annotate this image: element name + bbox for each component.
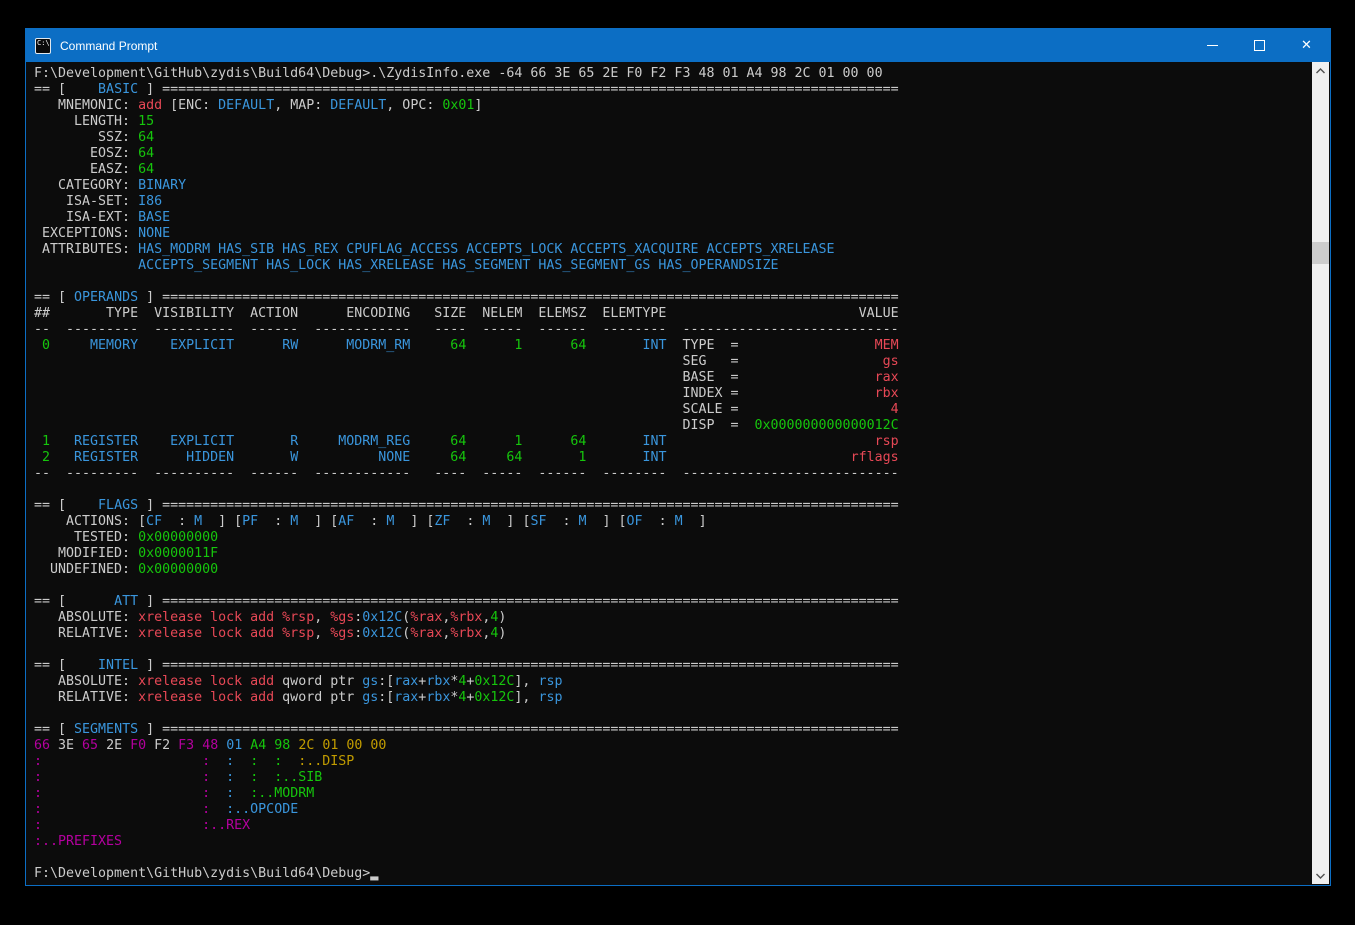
console-line: ## TYPE VISIBILITY ACTION ENCODING SIZE … bbox=[34, 306, 1312, 322]
console-line: F:\Development\GitHub\zydis\Build64\Debu… bbox=[34, 866, 1312, 882]
console-line: ATTRIBUTES: HAS_MODRM HAS_SIB HAS_REX CP… bbox=[34, 242, 1312, 258]
console-line bbox=[34, 642, 1312, 658]
console-line: INDEX = rbx bbox=[34, 386, 1312, 402]
prompt-cursor: ▂ bbox=[370, 866, 378, 881]
console-line: == [ INTEL ] ===========================… bbox=[34, 658, 1312, 674]
console-line: ISA-EXT: BASE bbox=[34, 210, 1312, 226]
console-line: : : : : :..SIB bbox=[34, 770, 1312, 786]
console-line: EOSZ: 64 bbox=[34, 146, 1312, 162]
console-line: DISP = 0x000000000000012C bbox=[34, 418, 1312, 434]
console-line: UNDEFINED: 0x00000000 bbox=[34, 562, 1312, 578]
minimize-icon bbox=[1207, 45, 1218, 46]
console-line bbox=[34, 578, 1312, 594]
console-line bbox=[34, 482, 1312, 498]
console-line bbox=[34, 706, 1312, 722]
console-line: ISA-SET: I86 bbox=[34, 194, 1312, 210]
console-line: == [ BASIC ] ===========================… bbox=[34, 82, 1312, 98]
console-line: == [ SEGMENTS ] ========================… bbox=[34, 722, 1312, 738]
console-line: EASZ: 64 bbox=[34, 162, 1312, 178]
scroll-up-button[interactable] bbox=[1312, 62, 1329, 79]
cmd-icon: C:\ bbox=[35, 38, 51, 54]
console-line: : :..REX bbox=[34, 818, 1312, 834]
console-line: : : : : : :..DISP bbox=[34, 754, 1312, 770]
console-line: TESTED: 0x00000000 bbox=[34, 530, 1312, 546]
console-line: ACCEPTS_SEGMENT HAS_LOCK HAS_XRELEASE HA… bbox=[34, 258, 1312, 274]
close-icon: ✕ bbox=[1301, 38, 1312, 53]
console-line: == [ ATT ] =============================… bbox=[34, 594, 1312, 610]
scrollbar-thumb[interactable] bbox=[1312, 242, 1329, 264]
scroll-down-button[interactable] bbox=[1312, 867, 1329, 884]
console-output[interactable]: F:\Development\GitHub\zydis\Build64\Debu… bbox=[26, 62, 1312, 884]
console-line: LENGTH: 15 bbox=[34, 114, 1312, 130]
console-line: 2 REGISTER HIDDEN W NONE 64 64 1 INT rfl… bbox=[34, 450, 1312, 466]
chevron-up-icon bbox=[1316, 68, 1325, 74]
console-line: ABSOLUTE: xrelease lock add qword ptr gs… bbox=[34, 674, 1312, 690]
console-line: 66 3E 65 2E F0 F2 F3 48 01 A4 98 2C 01 0… bbox=[34, 738, 1312, 754]
minimize-button[interactable] bbox=[1189, 29, 1236, 62]
console-line: RELATIVE: xrelease lock add %rsp, %gs:0x… bbox=[34, 626, 1312, 642]
console-line: : : : :..MODRM bbox=[34, 786, 1312, 802]
console-line: == [ OPERANDS ] ========================… bbox=[34, 290, 1312, 306]
console-line: : : :..OPCODE bbox=[34, 802, 1312, 818]
console-line: 1 REGISTER EXPLICIT R MODRM_REG 64 1 64 … bbox=[34, 434, 1312, 450]
console-line: == [ FLAGS ] ===========================… bbox=[34, 498, 1312, 514]
console-line: SCALE = 4 bbox=[34, 402, 1312, 418]
console-line: MNEMONIC: add [ENC: DEFAULT, MAP: DEFAUL… bbox=[34, 98, 1312, 114]
console-line bbox=[34, 274, 1312, 290]
chevron-down-icon bbox=[1316, 873, 1325, 879]
console-line: SEG = gs bbox=[34, 354, 1312, 370]
console-line: -- --------- ---------- ------ ---------… bbox=[34, 466, 1312, 482]
console-line: :..PREFIXES bbox=[34, 834, 1312, 850]
console-line: EXCEPTIONS: NONE bbox=[34, 226, 1312, 242]
console-line: -- --------- ---------- ------ ---------… bbox=[34, 322, 1312, 338]
console-line: SSZ: 64 bbox=[34, 130, 1312, 146]
console-line: ABSOLUTE: xrelease lock add %rsp, %gs:0x… bbox=[34, 610, 1312, 626]
maximize-icon bbox=[1254, 40, 1265, 51]
window-title: Command Prompt bbox=[60, 39, 157, 53]
cmd-icon-glyph: C:\ bbox=[36, 39, 50, 47]
console-line: RELATIVE: xrelease lock add qword ptr gs… bbox=[34, 690, 1312, 706]
scrollbar[interactable] bbox=[1312, 62, 1329, 884]
close-button[interactable]: ✕ bbox=[1283, 29, 1330, 62]
console-line: F:\Development\GitHub\zydis\Build64\Debu… bbox=[34, 66, 1312, 82]
titlebar[interactable]: C:\ Command Prompt ✕ bbox=[26, 29, 1330, 62]
console-line: CATEGORY: BINARY bbox=[34, 178, 1312, 194]
console-line: 0 MEMORY EXPLICIT RW MODRM_RM 64 1 64 IN… bbox=[34, 338, 1312, 354]
console-line: ACTIONS: [CF : M ] [PF : M ] [AF : M ] [… bbox=[34, 514, 1312, 530]
window-controls: ✕ bbox=[1189, 29, 1330, 62]
console-line: MODIFIED: 0x0000011F bbox=[34, 546, 1312, 562]
command-prompt-window: C:\ Command Prompt ✕ F:\Development\GitH… bbox=[25, 28, 1331, 886]
console-line: BASE = rax bbox=[34, 370, 1312, 386]
maximize-button[interactable] bbox=[1236, 29, 1283, 62]
console-line bbox=[34, 850, 1312, 866]
